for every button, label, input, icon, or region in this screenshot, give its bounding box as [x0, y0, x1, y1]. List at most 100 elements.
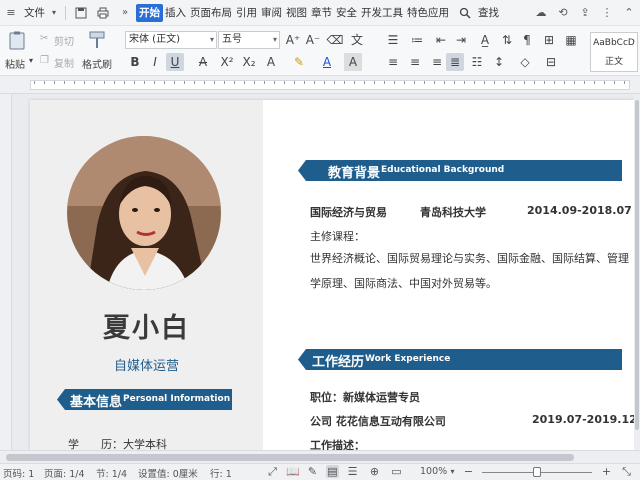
tab-home[interactable]: 开始 [136, 3, 163, 22]
menu-icon[interactable]: ≡ [3, 5, 19, 21]
decrease-indent-icon[interactable]: ⇤ [432, 31, 450, 49]
table-icon[interactable]: ▦ [562, 31, 580, 49]
fit-window-icon[interactable]: ⤢ [266, 465, 279, 478]
outline-view-icon[interactable]: ☰ [346, 465, 359, 478]
increase-indent-icon[interactable]: ⇥ [452, 31, 470, 49]
fullscreen-icon[interactable]: ⤡ [620, 465, 633, 478]
document-page[interactable]: 夏小白 自媒体运营 基本信息 Personal Information 学 历：… [30, 100, 634, 450]
chevron-down-icon[interactable]: ▾ [29, 56, 33, 65]
vertical-scrollbar[interactable] [634, 94, 640, 450]
search-icon[interactable] [457, 5, 473, 21]
style-normal[interactable]: 正文 [591, 48, 637, 67]
align-left-icon[interactable]: ≡ [384, 53, 402, 71]
ruler-tick [244, 81, 245, 84]
page-view-icon[interactable]: ▤ [326, 465, 339, 478]
borders-icon[interactable]: ⊞ [540, 31, 558, 49]
edit-mode-icon[interactable]: ✎ [306, 465, 319, 478]
text-effect-icon[interactable]: A [262, 53, 280, 71]
copy-button[interactable]: 复制 [54, 55, 74, 70]
tab-view[interactable]: 视图 [284, 4, 309, 22]
subscript-icon[interactable]: X₂ [240, 53, 258, 71]
reading-mode-icon[interactable]: 📖 [286, 465, 300, 478]
tab-developer[interactable]: 开发工具 [359, 4, 405, 22]
shading-icon[interactable]: ◇ [516, 53, 534, 71]
collapse-ribbon-icon[interactable]: ⌃ [621, 5, 637, 21]
save-icon[interactable] [73, 5, 89, 21]
protect-view-icon[interactable]: ▭ [390, 465, 403, 478]
share-icon[interactable]: ⇪ [577, 5, 593, 21]
line-spacing-icon[interactable]: ↕ [490, 53, 508, 71]
cut-button[interactable]: 剪切 [54, 33, 74, 48]
tab-chapter[interactable]: 章节 [309, 4, 334, 22]
horizontal-ruler[interactable] [0, 76, 640, 94]
phonetic-icon[interactable]: 文 [348, 31, 366, 49]
chevron-down-icon[interactable]: ▾ [446, 465, 459, 478]
scroll-thumb[interactable] [635, 100, 639, 430]
align-right-icon[interactable]: ≡ [428, 53, 446, 71]
menu-file[interactable]: 文件 [22, 4, 47, 22]
tab-references[interactable]: 引用 [234, 4, 259, 22]
status-row[interactable]: 行: 1 [210, 466, 232, 480]
chevron-down-icon[interactable]: ▾ [50, 5, 58, 21]
font-name-select[interactable]: 宋体 (正文) ▾ [125, 31, 217, 49]
highlight-icon[interactable]: ✎ [290, 53, 308, 71]
zoom-out-icon[interactable]: − [462, 465, 475, 478]
decrease-font-icon[interactable]: A⁻ [304, 31, 322, 49]
paste-button[interactable]: 粘贴 [5, 56, 25, 71]
show-marks-icon[interactable]: ¶ [518, 31, 536, 49]
increase-font-icon[interactable]: A⁺ [284, 31, 302, 49]
ruler-tick [44, 81, 45, 84]
ruler-tick [264, 81, 265, 84]
more-icon[interactable]: » [117, 5, 133, 21]
search-button[interactable]: 查找 [476, 4, 501, 22]
bold-icon[interactable]: B [126, 53, 144, 71]
status-page[interactable]: 页码: 1 [3, 466, 34, 480]
tab-review[interactable]: 审阅 [259, 4, 284, 22]
chinese-layout-icon[interactable]: A̲ [476, 31, 494, 49]
tab-security[interactable]: 安全 [334, 4, 359, 22]
web-view-icon[interactable]: ⊕ [368, 465, 381, 478]
scroll-thumb[interactable] [6, 454, 574, 461]
print-icon[interactable] [95, 5, 111, 21]
vertical-ruler[interactable] [0, 94, 12, 450]
format-painter-button[interactable]: 格式刷 [82, 56, 112, 71]
cloud-sync-icon[interactable]: ☁ [533, 5, 549, 21]
sort-icon[interactable]: ⇅ [498, 31, 516, 49]
ruler-tick [444, 81, 445, 84]
font-color-icon[interactable]: A [318, 53, 336, 71]
more-options-icon[interactable]: ⋮ [599, 5, 615, 21]
font-size-select[interactable]: 五号 ▾ [218, 31, 280, 49]
numbering-icon[interactable]: ≔ [408, 31, 426, 49]
scissors-icon[interactable]: ✂ [40, 33, 48, 44]
profile-photo[interactable] [67, 136, 221, 290]
bullets-icon[interactable]: ☰ [384, 31, 402, 49]
tab-insert[interactable]: 插入 [163, 4, 188, 22]
status-pages[interactable]: 页面: 1/4 [44, 466, 85, 480]
clear-format-icon[interactable]: ⌫ [326, 31, 344, 49]
history-icon[interactable]: ⟲ [555, 5, 571, 21]
zoom-in-icon[interactable]: + [600, 465, 613, 478]
zoom-level[interactable]: 100% [420, 466, 447, 477]
superscript-icon[interactable]: X² [218, 53, 236, 71]
zoom-slider-handle[interactable] [533, 467, 541, 477]
tab-features[interactable]: 特色应用 [405, 4, 451, 22]
format-painter-icon[interactable] [86, 30, 108, 50]
paste-icon[interactable] [7, 31, 29, 51]
copy-icon[interactable]: ❐ [40, 55, 49, 66]
status-setting[interactable]: 设置值: 0厘米 [138, 466, 198, 480]
char-shading-icon[interactable]: A [344, 53, 362, 71]
strikethrough-icon[interactable]: A [194, 53, 212, 71]
status-section[interactable]: 节: 1/4 [96, 466, 127, 480]
italic-icon[interactable]: I [146, 53, 164, 71]
styles-gallery[interactable]: AaBbCcD 正文 [590, 32, 638, 72]
distribute-icon[interactable]: ☷ [468, 53, 486, 71]
ruler-tick [404, 81, 405, 84]
horizontal-scrollbar[interactable] [0, 450, 640, 463]
border-icon[interactable]: ⊟ [542, 53, 560, 71]
underline-icon[interactable]: U [166, 53, 184, 71]
section-title-en: Work Experience [365, 354, 451, 364]
ruler-tick [134, 81, 135, 84]
align-center-icon[interactable]: ≡ [406, 53, 424, 71]
tab-page-layout[interactable]: 页面布局 [188, 4, 234, 22]
justify-icon[interactable]: ≣ [446, 53, 464, 71]
